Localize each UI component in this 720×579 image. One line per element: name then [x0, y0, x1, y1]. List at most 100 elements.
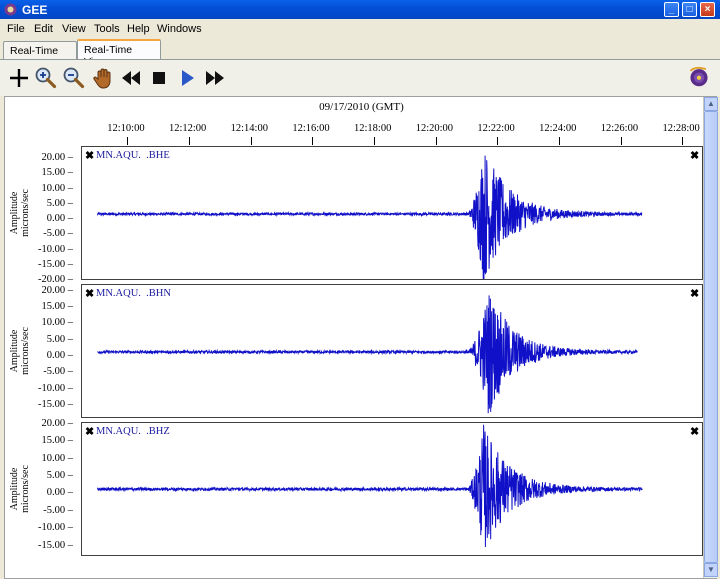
- amplitude-tick-label: 15.00 –: [41, 435, 74, 447]
- gee-logo-icon: [687, 64, 715, 92]
- amplitude-axis-label: Amplitude microns/sec: [7, 146, 33, 280]
- menu-bar: File Edit View Tools Help Windows: [0, 19, 720, 38]
- time-tick-label: 12:22:00: [477, 123, 515, 134]
- minimize-button[interactable]: _: [664, 2, 679, 17]
- pan-hand-icon[interactable]: [92, 66, 116, 90]
- time-tick-mark: [435, 137, 437, 145]
- menu-view[interactable]: View: [62, 23, 86, 35]
- remove-channel-icon[interactable]: ✖: [85, 151, 94, 162]
- scroll-down-icon[interactable]: ▼: [704, 563, 718, 577]
- amplitude-tick-label: -10.00 –: [38, 522, 73, 534]
- zoom-out-icon[interactable]: [62, 66, 86, 90]
- time-tick-mark: [312, 137, 314, 145]
- real-time-viewer: 09/17/2010 (GMT) 12:10:00 12:12:00 12:14:0…: [4, 96, 717, 579]
- waveform-svg: [96, 155, 643, 279]
- time-tick-mark: [127, 137, 129, 145]
- vertical-scrollbar[interactable]: ▲ ▼: [703, 97, 718, 578]
- channel-label: MN.AQU. .BHZ: [96, 426, 170, 437]
- time-tick-mark: [559, 137, 561, 145]
- amplitude-tick-label: 15.00 –: [41, 167, 74, 179]
- close-panel-icon[interactable]: ✖: [690, 289, 699, 300]
- amplitude-tick-label: 10.00 –: [41, 317, 74, 329]
- time-tick-label: 12:16:00: [292, 123, 330, 134]
- amplitude-tick-label: 0.00 –: [46, 349, 73, 361]
- amplitude-label: Amplitude: [9, 329, 20, 373]
- stop-icon[interactable]: [147, 66, 171, 90]
- menu-help[interactable]: Help: [127, 23, 150, 35]
- time-tick-mark: [620, 137, 622, 145]
- time-tick-label: 12:10:00: [107, 123, 145, 134]
- menu-file[interactable]: File: [7, 23, 25, 35]
- waveform-trace: [97, 295, 638, 414]
- amplitude-tick-label: 10.00 –: [41, 452, 74, 464]
- amplitude-tick-label: 20.00 –: [41, 417, 74, 429]
- date-label: 09/17/2010 (GMT): [319, 101, 404, 113]
- time-tick-mark: [188, 137, 190, 145]
- time-tick-label: 12:24:00: [539, 123, 577, 134]
- waveform-svg: [96, 424, 643, 548]
- amplitude-tick-label: -10.00 –: [38, 382, 73, 394]
- time-tick-label: 12:20:00: [415, 123, 454, 134]
- play-icon[interactable]: [175, 66, 199, 90]
- app-icon: [4, 3, 17, 16]
- trace-panel: Amplitude microns/sec 20.00 – 15.00 – 10.00 …: [5, 418, 703, 556]
- amplitude-tick-label: -10.00 –: [38, 243, 73, 255]
- time-tick-label: 12:26:00: [600, 123, 639, 134]
- close-panel-icon[interactable]: ✖: [690, 151, 699, 162]
- remove-channel-icon[interactable]: ✖: [85, 289, 94, 300]
- trace-panel: Amplitude microns/sec 20.00 – 15.00 – 10.00 …: [5, 284, 703, 418]
- amplitude-tick-label: 0.00 –: [46, 487, 73, 499]
- scrollbar-thumb[interactable]: [704, 111, 718, 563]
- amplitude-tick-label: 15.00 –: [41, 300, 74, 312]
- units-label: microns/sec: [20, 465, 31, 513]
- zoom-in-icon[interactable]: [34, 66, 58, 90]
- time-tick-label: 12:12:00: [168, 123, 207, 134]
- waveform-plot[interactable]: ✖ MN.AQU. .BHZ ✖: [81, 422, 703, 556]
- amplitude-label: Amplitude: [9, 467, 20, 511]
- amplitude-label: Amplitude: [9, 191, 20, 235]
- close-panel-icon[interactable]: ✖: [690, 427, 699, 438]
- waveform-plot[interactable]: ✖ MN.AQU. .BHE ✖: [81, 146, 703, 280]
- amplitude-tick-label: 5.00 –: [46, 197, 73, 209]
- amplitude-tick-label: -5.00 –: [43, 228, 73, 240]
- amplitude-axis-label: Amplitude microns/sec: [7, 284, 33, 418]
- amplitude-tick-label: 20.00 –: [41, 152, 74, 164]
- add-icon[interactable]: [7, 66, 31, 90]
- waveform-plot[interactable]: ✖ MN.AQU. .BHN ✖: [81, 284, 703, 418]
- trace-panel: Amplitude microns/sec 20.00 – 15.00 – 10.00 …: [5, 146, 703, 285]
- title-bar: GEE _ □ ×: [0, 0, 720, 19]
- amplitude-tick-label: -5.00 –: [43, 504, 73, 516]
- fast-forward-icon[interactable]: [203, 66, 227, 90]
- toolbar: [0, 60, 720, 96]
- amplitude-tick-label: -15.00 –: [38, 398, 73, 410]
- units-label: microns/sec: [20, 327, 31, 375]
- amplitude-tick-label: -15.00 –: [38, 539, 73, 551]
- time-tick-mark: [497, 137, 499, 145]
- menu-windows[interactable]: Windows: [157, 23, 202, 35]
- menu-edit[interactable]: Edit: [34, 23, 53, 35]
- time-tick-mark: [374, 137, 375, 145]
- remove-channel-icon[interactable]: ✖: [85, 427, 94, 438]
- time-tick-label: 12:14:00: [230, 123, 268, 134]
- time-tick-mark: [682, 137, 684, 145]
- amplitude-tick-label: -5.00 –: [43, 366, 73, 378]
- time-tick-mark: [250, 137, 252, 145]
- waveform-trace: [96, 155, 643, 279]
- amplitude-tick-label: 20.00 –: [41, 284, 74, 296]
- maximize-button[interactable]: □: [682, 2, 697, 17]
- waveform-trace: [96, 424, 643, 548]
- menu-tools[interactable]: Tools: [94, 23, 120, 35]
- close-button[interactable]: ×: [700, 2, 715, 17]
- amplitude-axis-label: Amplitude microns/sec: [7, 422, 33, 556]
- scroll-up-icon[interactable]: ▲: [704, 97, 718, 111]
- units-label: microns/sec: [20, 189, 31, 237]
- channel-label: MN.AQU. .BHN: [96, 288, 171, 299]
- amplitude-tick-label: 5.00 –: [46, 469, 73, 481]
- channel-label: MN.AQU. .BHE: [96, 150, 170, 161]
- tab-real-time-viewer[interactable]: Real-Time Viewer: [77, 39, 161, 68]
- amplitude-tick-label: 5.00 –: [46, 333, 73, 345]
- time-tick-label: 12:28:00: [662, 123, 700, 134]
- rewind-icon[interactable]: [119, 66, 143, 90]
- amplitude-tick-label: -15.00 –: [38, 258, 73, 270]
- tab-real-time-map[interactable]: Real-Time Map: [3, 41, 77, 69]
